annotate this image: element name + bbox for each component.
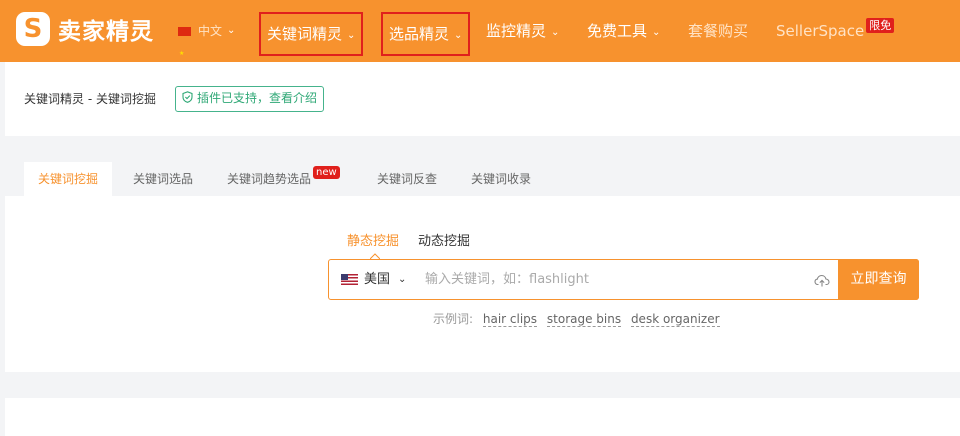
country-select[interactable]: 美国 ⌄ bbox=[341, 260, 406, 299]
chevron-down-icon: ⌄ bbox=[227, 25, 236, 36]
brand-name: 卖家精灵 bbox=[58, 19, 154, 45]
nav-item-label: 免费工具 bbox=[587, 22, 648, 40]
examples-label: 示例词: bbox=[433, 312, 474, 326]
chevron-down-icon: ⌄ bbox=[652, 27, 661, 38]
nav-item-label: SellerSpace bbox=[776, 22, 865, 40]
country-label: 美国 bbox=[364, 272, 391, 287]
tab-keyword-trend-selection[interactable]: 关键词趋势选品 new bbox=[227, 162, 340, 196]
tab-label: 关键词趋势选品 bbox=[227, 172, 312, 186]
chevron-down-icon: ⌄ bbox=[551, 27, 560, 38]
shield-check-icon bbox=[182, 88, 193, 110]
brand-logo[interactable]: S 卖家精灵 bbox=[16, 12, 154, 46]
nav-free-tools[interactable]: 免费工具 ⌄ bbox=[587, 0, 660, 62]
top-nav: S 卖家精灵 中文 ⌄ 关键词精灵 ⌄ 选品精灵 ⌄ 监控精灵 ⌄ 免费工具 ⌄ 套餐购… bbox=[0, 0, 960, 85]
language-label: 中文 bbox=[198, 24, 223, 38]
nav-item-label: 套餐购买 bbox=[688, 22, 749, 40]
example-keyword-link[interactable]: hair clips bbox=[482, 312, 538, 327]
tab-keyword-mining[interactable]: 关键词挖掘 bbox=[24, 162, 113, 196]
example-keywords: 示例词: hair clips storage bins desk organi… bbox=[433, 310, 720, 327]
breadcrumb: 关键词精灵 - 关键词挖掘 bbox=[24, 92, 156, 106]
nav-item-label: 关键词精灵 bbox=[267, 25, 343, 43]
nav-item-label: 监控精灵 bbox=[486, 22, 547, 40]
chevron-down-icon: ⌄ bbox=[398, 274, 407, 285]
tab-keyword-indexing[interactable]: 关键词收录 bbox=[471, 162, 531, 196]
chevron-down-icon: ⌄ bbox=[347, 30, 356, 41]
nav-item-label: 选品精灵 bbox=[389, 25, 450, 43]
new-badge: new bbox=[313, 166, 340, 179]
keyword-input[interactable] bbox=[425, 261, 805, 298]
mode-dynamic-mining[interactable]: 动态挖掘 bbox=[418, 230, 470, 249]
plugin-tag-label: 插件已支持，查看介绍 bbox=[197, 91, 318, 105]
logo-mark-icon: S bbox=[16, 12, 50, 46]
cloud-upload-icon[interactable] bbox=[814, 272, 830, 288]
tab-keyword-selection[interactable]: 关键词选品 bbox=[133, 162, 193, 196]
tab-reverse-lookup[interactable]: 关键词反查 bbox=[377, 162, 437, 196]
search-button[interactable]: 立即查询 bbox=[838, 259, 919, 300]
breadcrumb-card: 关键词精灵 - 关键词挖掘 插件已支持，查看介绍 bbox=[5, 62, 960, 136]
tab-bar: 关键词挖掘 关键词选品 关键词趋势选品 new 关键词反查 关键词收录 bbox=[5, 162, 960, 196]
nav-sellerspace[interactable]: SellerSpace 限免 bbox=[776, 0, 895, 62]
free-badge: 限免 bbox=[866, 18, 895, 33]
nav-keyword-genie[interactable]: 关键词精灵 ⌄ bbox=[259, 12, 364, 56]
us-flag-icon bbox=[341, 274, 358, 285]
nav-plans[interactable]: 套餐购买 bbox=[688, 0, 748, 62]
example-keyword-link[interactable]: desk organizer bbox=[630, 312, 720, 327]
example-keyword-link[interactable]: storage bins bbox=[546, 312, 622, 327]
plugin-support-link[interactable]: 插件已支持，查看介绍 bbox=[175, 86, 325, 112]
language-switcher[interactable]: 中文 ⌄ bbox=[178, 0, 236, 85]
results-card bbox=[5, 398, 960, 436]
nav-product-genie[interactable]: 选品精灵 ⌄ bbox=[381, 12, 471, 56]
keyword-search-box: 美国 ⌄ 立即查询 bbox=[328, 259, 919, 300]
chevron-down-icon: ⌄ bbox=[454, 30, 463, 41]
mode-static-mining[interactable]: 静态挖掘 bbox=[347, 230, 399, 249]
keyword-mining-panel: 关键词挖掘 关键词选品 关键词趋势选品 new 关键词反查 关键词收录 静态挖掘 … bbox=[5, 162, 960, 372]
china-flag-icon bbox=[178, 23, 191, 85]
nav-monitor-genie[interactable]: 监控精灵 ⌄ bbox=[486, 0, 559, 62]
